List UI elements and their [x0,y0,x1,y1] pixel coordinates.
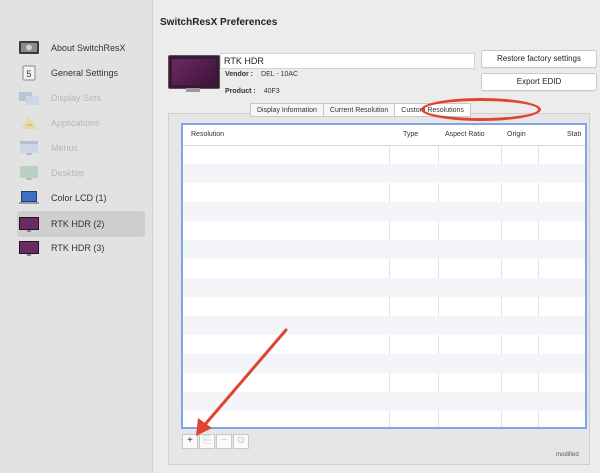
tab-display-information[interactable]: Display Information [250,103,324,117]
column-header-aspect-ratio[interactable]: Aspect Ratio [445,131,485,138]
monitor-icon [18,216,40,232]
window-title: SwitchResX Preferences [160,17,278,28]
sidebar-item-applications[interactable]: Applications [18,112,148,134]
remove-resolution-button[interactable]: − [216,434,232,449]
preferences-window: About SwitchResX 5 General Settings Disp… [0,0,600,473]
table-toolbar: + ⎘ − ⊙ [182,434,250,449]
table-row[interactable] [183,145,585,164]
sidebar: About SwitchResX 5 General Settings Disp… [0,0,153,473]
sidebar-item-general-settings[interactable]: 5 General Settings [18,62,148,84]
monitor-icon [18,240,40,256]
sidebar-item-about[interactable]: About SwitchResX [18,37,148,59]
table-row[interactable] [183,164,585,183]
display-thumbnail-stand [186,88,200,92]
product-row: Product : 40F3 [225,88,280,95]
table-row[interactable] [183,278,585,297]
table-row[interactable] [183,221,585,240]
vendor-row: Vendor : DEL - 10AC [225,71,298,78]
menus-icon [18,140,40,156]
sidebar-item-rtk-hdr-2[interactable]: RTK HDR (2) [17,211,145,237]
svg-text:5: 5 [26,69,31,79]
applications-icon [18,115,40,131]
table-row[interactable] [183,259,585,278]
desktop-icon [18,165,40,181]
table-row[interactable] [183,202,585,221]
table-row[interactable] [183,411,585,427]
general-settings-icon: 5 [18,65,40,81]
column-header-resolution[interactable]: Resolution [191,131,224,138]
sidebar-item-color-lcd[interactable]: Color LCD (1) [18,187,148,209]
product-label: Product : [225,88,256,95]
sidebar-item-desktop[interactable]: Desktop [18,162,148,184]
resolution-info-button[interactable]: ⊙ [233,434,249,449]
table-row[interactable] [183,183,585,202]
display-name-field[interactable]: RTK HDR [220,53,475,69]
vendor-label: Vendor : [225,71,254,78]
highlight-circle-annotation [421,98,541,121]
vendor-value: DEL - 10AC [261,71,299,78]
laptop-display-icon [18,190,40,206]
display-thumbnail [168,55,220,89]
column-header-type[interactable]: Type [403,131,418,138]
sidebar-item-display-sets[interactable]: Display Sets [18,87,148,109]
add-resolution-button[interactable]: + [182,434,198,449]
export-edid-button[interactable]: Export EDID [481,73,597,91]
table-row[interactable] [183,373,585,392]
table-row[interactable] [183,392,585,411]
column-header-origin[interactable]: Origin [507,131,526,138]
column-header-status[interactable]: Statı [567,131,581,138]
sidebar-item-rtk-hdr-3[interactable]: RTK HDR (3) [18,237,148,259]
restore-factory-settings-button[interactable]: Restore factory settings [481,50,597,68]
table-row[interactable] [183,240,585,259]
table-row[interactable] [183,316,585,335]
status-text: modified [556,452,579,458]
table-row[interactable] [183,335,585,354]
switchresx-app-icon [18,40,40,56]
table-row[interactable] [183,354,585,373]
tab-current-resolution[interactable]: Current Resolution [322,103,396,117]
custom-resolutions-table[interactable]: Resolution Type Aspect Ratio Origin Stat… [181,123,587,429]
table-header: Resolution Type Aspect Ratio Origin Stat… [183,125,585,146]
sidebar-item-menus[interactable]: Menus [18,137,148,159]
duplicate-resolution-button[interactable]: ⎘ [199,434,215,449]
table-row[interactable] [183,297,585,316]
display-sets-icon [18,90,40,106]
product-value: 40F3 [263,88,280,95]
